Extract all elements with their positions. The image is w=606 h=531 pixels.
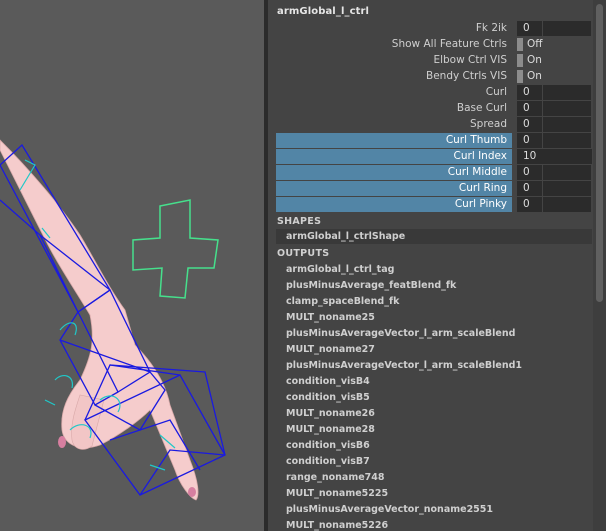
attr-show-all-feature-ctrls: Show All Feature Ctrls Off — [276, 37, 560, 52]
output-item[interactable]: plusMinusAverage_featBlend_fk — [286, 280, 456, 291]
toggle-value: On — [527, 70, 542, 82]
attr-value-field[interactable]: 0 — [517, 117, 542, 132]
maya-window: armGlobal_l_ctrl Fk 2ik 0 Show All Featu… — [0, 0, 606, 531]
output-item[interactable]: range_noname748 — [286, 472, 385, 483]
attr-toggle[interactable]: Off — [517, 37, 577, 52]
attr-label: Spread — [470, 118, 507, 130]
attr-curl-index: Curl Index 10 — [276, 149, 592, 164]
output-item[interactable]: clamp_spaceBlend_fk — [286, 296, 399, 307]
attr-label[interactable]: Curl Thumb — [276, 133, 512, 148]
output-item[interactable]: MULT_noname28 — [286, 424, 375, 435]
attr-label: Fk 2ik — [475, 22, 507, 34]
output-item[interactable]: armGlobal_l_ctrl_tag — [286, 264, 394, 275]
attr-elbow-ctrl-vis: Elbow Ctrl VIS On — [276, 53, 560, 68]
attr-value-field[interactable]: 0 — [517, 85, 542, 100]
fingernail-index — [188, 487, 196, 497]
output-item[interactable]: MULT_noname26 — [286, 408, 375, 419]
attr-label: Curl — [485, 86, 507, 98]
output-item[interactable]: plusMinusAverageVector_l_arm_scaleBlend1 — [286, 360, 522, 371]
shape-item[interactable]: armGlobal_l_ctrlShape — [286, 231, 405, 242]
toggle-swatch — [517, 38, 523, 51]
attr-value-field[interactable]: 0 — [517, 21, 542, 36]
output-item[interactable]: MULT_noname25 — [286, 312, 375, 323]
attr-label: Bendy Ctrls VIS — [426, 70, 507, 82]
attr-slider[interactable] — [543, 101, 591, 116]
attr-slider[interactable] — [543, 133, 591, 148]
attr-value-field[interactable]: 0 — [517, 181, 542, 196]
fingernail-thumb — [58, 436, 66, 448]
toggle-swatch — [517, 70, 523, 83]
scrollbar-thumb[interactable] — [596, 4, 603, 302]
arm-skin — [0, 139, 199, 501]
attr-label: Elbow Ctrl VIS — [433, 54, 507, 66]
attr-base-curl: Base Curl 0 — [276, 101, 591, 116]
attr-label[interactable]: Curl Ring — [276, 181, 512, 196]
output-item[interactable]: condition_visB4 — [286, 376, 370, 387]
output-item[interactable]: condition_visB5 — [286, 392, 370, 403]
output-item[interactable]: condition_visB7 — [286, 456, 370, 467]
output-item[interactable]: condition_visB6 — [286, 440, 370, 451]
shape-item-row[interactable]: armGlobal_l_ctrlShape — [276, 229, 592, 244]
attr-value-field[interactable]: 0 — [517, 197, 542, 212]
output-item[interactable]: plusMinusAverageVector_noname2551 — [286, 504, 493, 515]
attr-slider[interactable] — [543, 85, 591, 100]
attr-label[interactable]: Curl Pinky — [276, 197, 512, 212]
attr-slider[interactable] — [543, 181, 591, 196]
attr-curl: Curl 0 — [276, 85, 591, 100]
output-item[interactable]: MULT_noname5226 — [286, 520, 388, 531]
toggle-value: On — [527, 54, 542, 66]
attr-value-field[interactable]: 0 — [517, 133, 542, 148]
attr-slider[interactable] — [543, 21, 591, 36]
attr-label: Base Curl — [456, 102, 507, 114]
attr-label[interactable]: Curl Index — [276, 149, 512, 164]
attribute-editor: armGlobal_l_ctrl Fk 2ik 0 Show All Featu… — [268, 0, 606, 531]
attr-curl-middle: Curl Middle 0 — [276, 165, 591, 180]
attr-label[interactable]: Curl Middle — [276, 165, 512, 180]
attr-value-field[interactable]: 10 — [517, 149, 592, 164]
attr-slider[interactable] — [543, 197, 591, 212]
scrollbar[interactable] — [593, 0, 606, 531]
attr-slider[interactable] — [543, 117, 591, 132]
viewport-scene — [0, 139, 226, 501]
output-item[interactable]: MULT_noname27 — [286, 344, 375, 355]
attr-bendy-ctrls-vis: Bendy Ctrls VIS On — [276, 69, 560, 84]
attr-label: Show All Feature Ctrls — [391, 38, 507, 50]
attr-toggle[interactable]: On — [517, 69, 577, 84]
output-item[interactable]: plusMinusAverageVector_l_arm_scaleBlend — [286, 328, 515, 339]
attr-curl-ring: Curl Ring 0 — [276, 181, 591, 196]
attr-curl-pinky: Curl Pinky 0 — [276, 197, 591, 212]
shapes-heading: SHAPES — [277, 216, 322, 227]
toggle-swatch — [517, 54, 523, 67]
attr-spread: Spread 0 — [276, 117, 591, 132]
plus-control-icon — [132, 199, 219, 299]
attr-toggle[interactable]: On — [517, 53, 577, 68]
attr-value-field[interactable]: 0 — [517, 165, 542, 180]
output-item[interactable]: MULT_noname5225 — [286, 488, 388, 499]
toggle-value: Off — [527, 38, 543, 50]
attr-value-field[interactable]: 0 — [517, 101, 542, 116]
attr-curl-thumb: Curl Thumb 0 — [276, 133, 591, 148]
outputs-heading: OUTPUTS — [277, 248, 330, 259]
attr-fk-2ik: Fk 2ik 0 — [276, 21, 591, 36]
node-title: armGlobal_l_ctrl — [277, 6, 370, 17]
viewport-3d[interactable] — [0, 0, 264, 531]
attr-slider[interactable] — [543, 165, 591, 180]
